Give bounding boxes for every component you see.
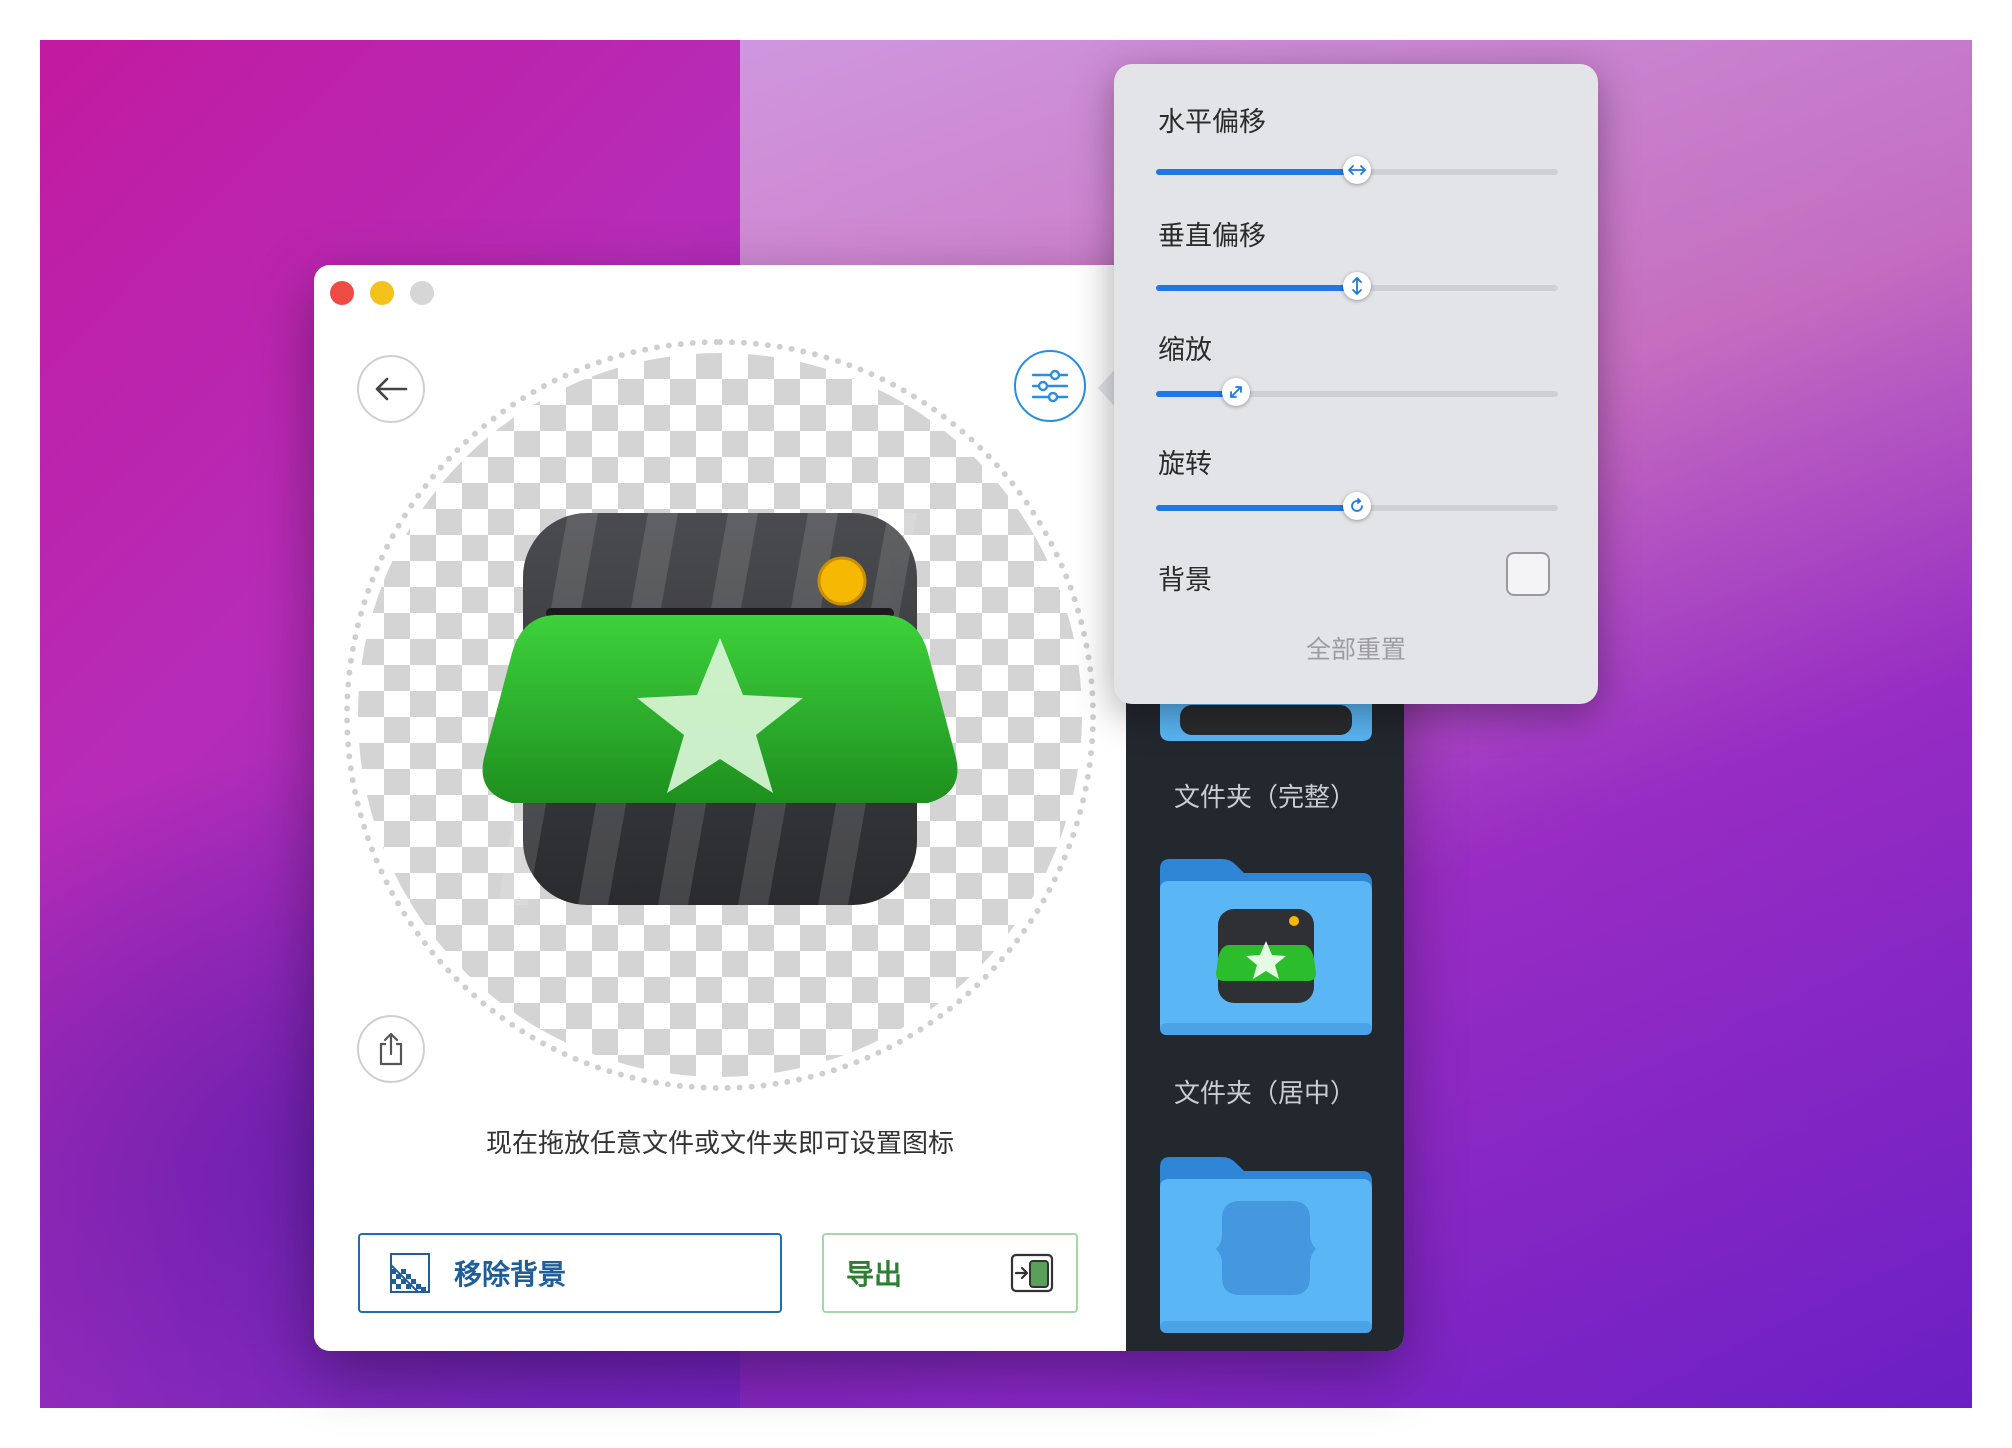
folder-caption-full: 文件夹（完整）: [1173, 783, 1356, 813]
horizontal-arrows-icon: [1348, 165, 1366, 175]
vertical-arrows-icon: [1352, 277, 1362, 295]
slider-knob[interactable]: [1222, 378, 1250, 406]
remove-background-button[interactable]: 移除背景: [358, 1233, 782, 1313]
rotation-label: 旋转: [1158, 449, 1212, 480]
adjustments-popover: 水平偏移 垂直偏移 缩放 旋转 背景 全部重置: [1114, 64, 1598, 704]
zoom-window-button[interactable]: [410, 281, 434, 305]
editor-pane: 现在拖放任意文件或文件夹即可设置图标 移除背景 导出: [314, 265, 1126, 1351]
vertical-offset-label: 垂直偏移: [1158, 221, 1266, 252]
reset-all-button[interactable]: 全部重置: [1114, 630, 1598, 666]
slider-fill: [1156, 505, 1357, 511]
remove-background-label: 移除背景: [454, 1258, 567, 1291]
horizontal-offset-label: 水平偏移: [1158, 107, 1266, 138]
export-label: 导出: [846, 1258, 903, 1291]
rotate-icon: [1351, 498, 1363, 512]
diagonal-arrows-icon: [1230, 386, 1242, 398]
folder-preview-centered[interactable]: [1160, 855, 1372, 1035]
slider-fill: [1156, 169, 1357, 175]
sliders-icon: [1031, 369, 1069, 403]
drop-hint-text: 现在拖放任意文件或文件夹即可设置图标: [485, 1129, 954, 1159]
transparent-pattern-icon: [390, 1253, 430, 1293]
app-icon-preview: [482, 513, 958, 905]
scale-slider[interactable]: [1156, 378, 1558, 406]
horizontal-offset-slider[interactable]: [1156, 156, 1558, 184]
slider-knob[interactable]: [1343, 156, 1371, 184]
adjustments-button[interactable]: [1014, 350, 1086, 422]
share-icon: [379, 1032, 403, 1066]
background-label: 背景: [1158, 565, 1212, 596]
share-button[interactable]: [357, 1015, 425, 1083]
minimize-window-button[interactable]: [370, 281, 394, 305]
arrow-left-icon: [375, 377, 408, 401]
scale-label: 缩放: [1158, 335, 1212, 366]
export-button[interactable]: 导出: [822, 1233, 1078, 1313]
slider-fill: [1156, 285, 1357, 291]
vertical-offset-slider[interactable]: [1156, 272, 1558, 300]
export-icon: [1010, 1253, 1054, 1293]
icon-canvas[interactable]: [358, 353, 1082, 1077]
background-checkbox[interactable]: [1506, 552, 1550, 596]
back-button[interactable]: [357, 355, 425, 423]
rotation-slider[interactable]: [1156, 492, 1558, 520]
folder-preview-plain[interactable]: [1160, 1153, 1372, 1333]
close-window-button[interactable]: [330, 281, 354, 305]
folder-caption-centered: 文件夹（居中）: [1173, 1079, 1356, 1109]
slider-knob[interactable]: [1343, 492, 1371, 520]
slider-knob[interactable]: [1343, 272, 1371, 300]
